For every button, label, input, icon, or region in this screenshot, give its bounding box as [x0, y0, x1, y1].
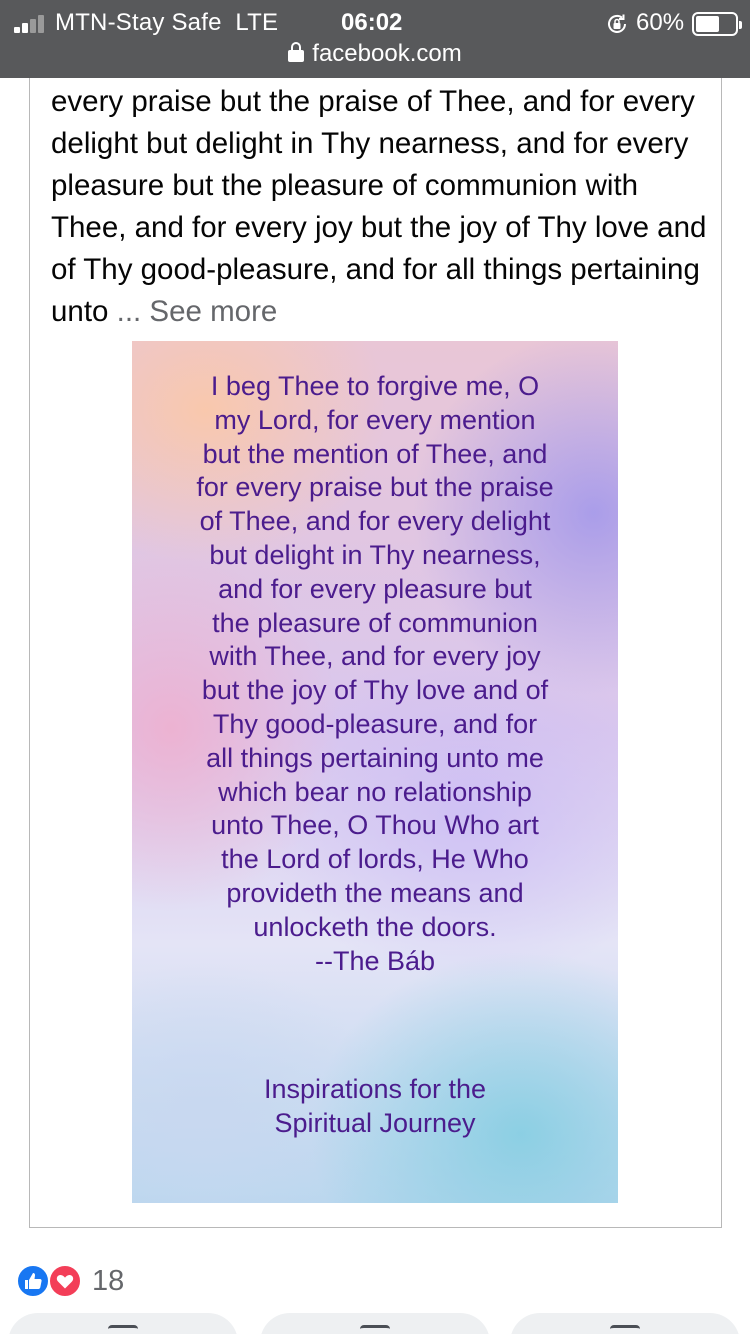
- quote-line: and for every pleasure but: [218, 573, 532, 604]
- see-more-link[interactable]: See more: [149, 295, 277, 328]
- post-body: every praise but the praise of Thee, and…: [51, 85, 707, 328]
- lock-icon: [288, 42, 305, 62]
- quote-line: which bear no relationship: [218, 776, 532, 807]
- love-icon: [48, 1264, 82, 1298]
- post-text: every praise but the praise of Thee, and…: [51, 81, 711, 333]
- url-text[interactable]: facebook.com: [312, 40, 461, 68]
- quote-line: the Lord of lords, He Who: [221, 844, 529, 875]
- battery-fill: [696, 16, 719, 32]
- comment-button[interactable]: [260, 1313, 490, 1334]
- quote-line: but the joy of Thy love and of: [201, 675, 549, 706]
- post-card: every praise but the praise of Thee, and…: [29, 78, 722, 1228]
- signal-icon: [14, 15, 50, 33]
- like-action-icon: [108, 1325, 138, 1334]
- quote-text: I beg Thee to forgive me, Omy Lord, for …: [132, 370, 618, 978]
- quote-line: for every praise but the praise: [196, 472, 554, 503]
- reaction-count: 18: [92, 1265, 125, 1297]
- like-icon: [16, 1264, 50, 1298]
- quote-line: the pleasure of communion: [212, 607, 538, 638]
- carrier-label: MTN-Stay Safe LTE: [55, 9, 278, 37]
- post-image[interactable]: I beg Thee to forgive me, Omy Lord, for …: [132, 341, 618, 1203]
- quote-line: I beg Thee to forgive me, O: [210, 371, 540, 401]
- quote-line: with Thee, and for every joy: [209, 641, 541, 672]
- reactions-summary[interactable]: 18: [16, 1264, 216, 1300]
- quote-footer: Inspirations for the Spiritual Journey: [132, 1072, 618, 1140]
- network-type: LTE: [235, 9, 279, 36]
- rotation-lock-icon: [608, 14, 626, 33]
- like-button[interactable]: [8, 1313, 238, 1334]
- share-button[interactable]: [510, 1313, 740, 1334]
- battery-percent: 60%: [636, 9, 685, 36]
- quote-line: --The Báb: [314, 945, 436, 976]
- quote-line: but the mention of Thee, and: [202, 438, 548, 469]
- quote-line: provideth the means and: [226, 877, 524, 908]
- footer-line: Spiritual Journey: [274, 1108, 476, 1138]
- quote-line: unto Thee, O Thou Who art: [211, 810, 539, 841]
- quote-line: but delight in Thy nearness,: [209, 539, 541, 570]
- carrier-name: MTN-Stay Safe: [55, 9, 222, 36]
- comment-action-icon: [360, 1325, 390, 1334]
- quote-line: all things pertaining unto me: [206, 742, 544, 773]
- share-action-icon: [610, 1325, 640, 1334]
- quote-line: Thy good-pleasure, and for: [212, 708, 538, 739]
- quote-line: of Thee, and for every delight: [199, 506, 551, 537]
- status-row: MTN-Stay Safe LTE 06:02 60%: [0, 4, 750, 38]
- ellipsis: ...: [116, 295, 142, 328]
- address-bar[interactable]: facebook.com: [0, 40, 750, 70]
- footer-line: Inspirations for the: [263, 1074, 487, 1104]
- status-bar: MTN-Stay Safe LTE 06:02 60% facebook.com: [0, 0, 750, 78]
- quote-line: unlocketh the doors.: [253, 911, 497, 942]
- battery-icon: [692, 12, 742, 36]
- quote-line: my Lord, for every mention: [214, 404, 536, 435]
- clock: 06:02: [341, 9, 403, 36]
